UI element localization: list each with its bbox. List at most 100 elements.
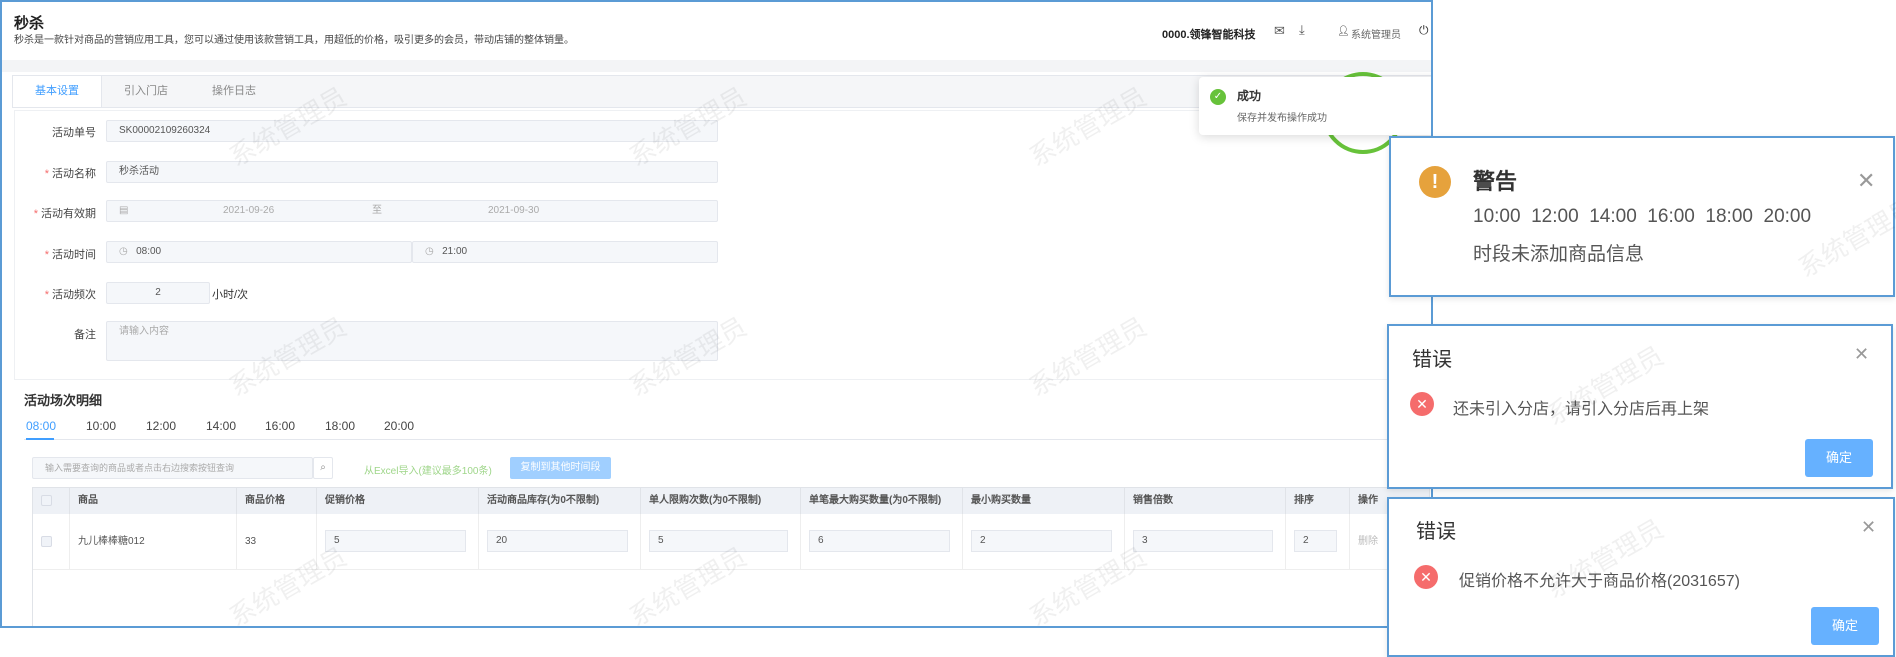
tab-basic-settings[interactable]: 基本设置 <box>13 76 102 107</box>
remark-label: 备注 <box>74 329 96 341</box>
column-header: 商品 <box>70 488 237 514</box>
error-icon: ✕ <box>1410 392 1434 416</box>
column-header: 活动商品库存(为0不限制) <box>479 488 641 514</box>
company-name[interactable]: 0000.领锋智能科技 <box>1162 26 1256 42</box>
error-title: 错误 <box>1416 521 1456 543</box>
page-title: 秒杀 <box>14 15 45 32</box>
error-dialog-2: 错误 ✕ ✕ 促销价格不允许大于商品价格(2031657) 确定 系统管理员 <box>1387 497 1895 657</box>
activity-name-field[interactable]: 秒杀活动 <box>106 161 718 183</box>
warning-title: 警告 <box>1473 169 1518 194</box>
stock-input[interactable]: 20 <box>487 530 628 552</box>
cell-per-user-limit: 5 <box>641 514 801 570</box>
time-tabs-divider <box>24 439 1431 440</box>
date-range-picker[interactable]: ▤ 2021-09-26 至 2021-09-30 <box>106 200 718 222</box>
promo-price-input[interactable]: 5 <box>325 530 466 552</box>
check-icon: ✓ <box>1210 89 1226 105</box>
tab-import-stores[interactable]: 引入门店 <box>102 76 190 107</box>
select-all-cell <box>33 488 70 514</box>
column-header: 商品价格 <box>237 488 317 514</box>
error-dialog-1: 错误 ✕ ✕ 还未引入分店，请引入分店后再上架 确定 系统管理员 <box>1387 324 1893 489</box>
clock-icon: ◷ <box>425 246 434 257</box>
section-title: 活动场次明细 <box>24 393 103 408</box>
end-time-picker[interactable]: ◷ 21:00 <box>412 241 718 263</box>
end-date: 2021-09-30 <box>488 205 540 216</box>
copy-to-other-slots-button[interactable]: 复制到其他时间段 <box>510 457 611 479</box>
range-separator: 至 <box>372 205 382 216</box>
time-tab-1800[interactable]: 18:00 <box>325 419 355 433</box>
user-name[interactable]: 系统管理员 <box>1351 26 1401 41</box>
column-header: 单笔最大购买数量(为0不限制) <box>801 488 963 514</box>
error-message: 还未引入分店，请引入分店后再上架 <box>1453 401 1710 418</box>
user-icon: 👤︎ <box>1337 26 1350 37</box>
warning-icon: ! <box>1419 166 1451 198</box>
column-header: 促销价格 <box>317 488 479 514</box>
warning-times: 10:00 12:00 14:00 16:00 18:00 20:00 <box>1473 206 1812 227</box>
time-tab-2000[interactable]: 20:00 <box>384 419 414 433</box>
close-icon[interactable]: ✕ <box>1854 344 1869 365</box>
column-header: 销售倍数 <box>1125 488 1286 514</box>
confirm-button[interactable]: 确定 <box>1811 607 1879 645</box>
success-toast: ✓ 成功 保存并发布操作成功 <box>1199 77 1431 135</box>
header-divider <box>2 60 1431 72</box>
column-header: 排序 <box>1286 488 1350 514</box>
per-user-limit-input[interactable]: 5 <box>649 530 788 552</box>
cell-multiple: 3 <box>1125 514 1286 570</box>
cell-stock: 20 <box>479 514 641 570</box>
frequency-input[interactable]: 2 <box>106 282 210 304</box>
freq-label: * 活动频次 <box>44 289 96 301</box>
warning-dialog: ! 警告 10:00 12:00 14:00 16:00 18:00 20:00… <box>1389 136 1896 297</box>
active-tab-indicator <box>26 438 54 440</box>
cell-promo-price: 5 <box>317 514 479 570</box>
power-icon[interactable]: ⏻ <box>1419 23 1429 38</box>
download-icon[interactable]: ⤓ <box>1299 22 1305 38</box>
frequency-unit: 小时/次 <box>212 289 249 301</box>
clock-icon: ◷ <box>119 246 128 257</box>
error-icon: ✕ <box>1414 565 1438 589</box>
multiple-input[interactable]: 3 <box>1133 530 1273 552</box>
page-subtitle: 秒杀是一款针对商品的营销应用工具，您可以通过使用该款营销工具，用超低的价格，吸引… <box>14 35 574 46</box>
cell-max-per-order: 6 <box>801 514 963 570</box>
start-time-picker[interactable]: ◷ 08:00 <box>106 241 412 263</box>
warning-message: 时段未添加商品信息 <box>1473 244 1645 265</box>
cell-min-qty: 2 <box>963 514 1125 570</box>
column-header: 单人限购次数(为0不限制) <box>641 488 801 514</box>
seckill-page: 秒杀 秒杀是一款针对商品的营销应用工具，您可以通过使用该款营销工具，用超低的价格… <box>0 0 1433 628</box>
cell-price: 33 <box>237 514 317 570</box>
row-select-cell <box>33 514 70 570</box>
name-label: * 活动名称 <box>44 168 96 180</box>
product-search-input[interactable]: 输入需要查询的商品或者点击右边搜索按钮查询 <box>32 457 313 479</box>
error-message: 促销价格不允许大于商品价格(2031657) <box>1459 573 1740 590</box>
close-icon[interactable]: ✕ <box>1857 168 1875 194</box>
toast-message: 保存并发布操作成功 <box>1237 113 1327 124</box>
tab-operation-log[interactable]: 操作日志 <box>190 76 278 107</box>
time-tab-1000[interactable]: 10:00 <box>86 419 116 433</box>
min-qty-input[interactable]: 2 <box>971 530 1112 552</box>
time-tab-1400[interactable]: 14:00 <box>206 419 236 433</box>
confirm-button[interactable]: 确定 <box>1805 439 1873 477</box>
search-icon[interactable]: ⌕ <box>313 457 333 479</box>
toast-title: 成功 <box>1237 89 1262 103</box>
order-no-label: 活动单号 <box>52 127 96 139</box>
watermark: 系统管理员 <box>1792 192 1896 284</box>
watermark: 系统管理员 <box>1540 513 1669 605</box>
remark-textarea[interactable]: 请输入内容 <box>106 321 718 361</box>
time-tab-0800[interactable]: 08:00 <box>26 419 56 433</box>
time-label: * 活动时间 <box>44 249 96 261</box>
excel-import-link[interactable]: 从Excel导入(建议最多100条) <box>364 462 492 477</box>
column-header: 最小购买数量 <box>963 488 1125 514</box>
start-date: 2021-09-26 <box>223 205 275 216</box>
error-title: 错误 <box>1412 349 1452 371</box>
cell-sort: 2 <box>1286 514 1350 570</box>
select-all-checkbox[interactable] <box>41 495 52 506</box>
sort-input[interactable]: 2 <box>1294 530 1337 552</box>
close-icon[interactable]: ✕ <box>1861 517 1876 538</box>
order-no-field[interactable]: SK00002109260324 <box>106 120 718 142</box>
calendar-icon: ▤ <box>119 205 129 216</box>
row-checkbox[interactable] <box>41 536 52 547</box>
delete-link[interactable]: 删除 <box>1358 536 1378 547</box>
max-per-order-input[interactable]: 6 <box>809 530 950 552</box>
mail-icon[interactable]: ✉ <box>1274 23 1285 39</box>
period-label: * 活动有效期 <box>33 208 96 220</box>
time-tab-1200[interactable]: 12:00 <box>146 419 176 433</box>
time-tab-1600[interactable]: 16:00 <box>265 419 295 433</box>
